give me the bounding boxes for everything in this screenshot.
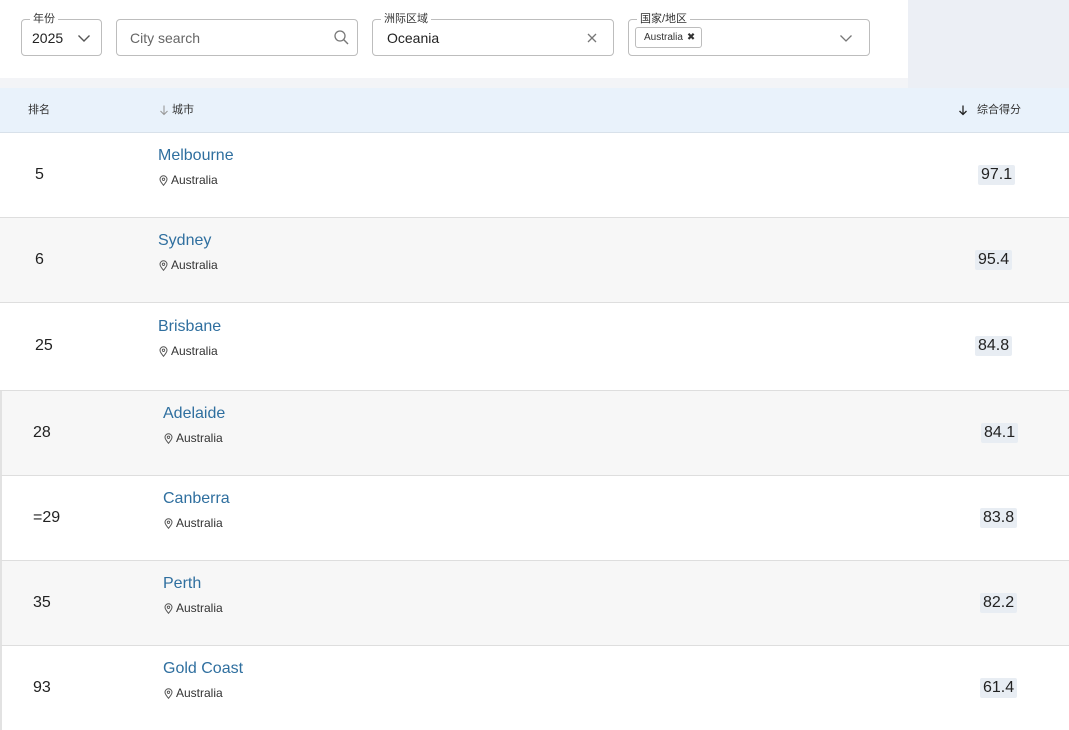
chevron-down-icon [77, 31, 91, 45]
rank-cell: 6 [35, 251, 44, 268]
score-badge: 97.1 [978, 165, 1016, 185]
table-row[interactable]: 28 Adelaide Australia 84.1 [0, 391, 1069, 476]
table-header: 排名 城市 综合得分 [0, 88, 1069, 133]
table-row[interactable]: 25 Brisbane Australia 84.8 [0, 303, 1069, 391]
city-country: Australia [158, 258, 218, 272]
location-pin-icon [163, 432, 174, 444]
chip-remove-icon[interactable]: ✖ [687, 32, 695, 43]
rankings-page: 年份 2025 City search 洲际区域 Oceania 国家/地区 A… [0, 0, 1069, 730]
arrow-down-icon [957, 104, 969, 116]
close-icon[interactable] [585, 31, 599, 45]
city-country-label: Australia [171, 258, 218, 272]
city-country: Australia [163, 516, 223, 530]
chevron-down-icon[interactable] [839, 31, 853, 45]
search-icon[interactable] [333, 29, 350, 46]
city-search-field[interactable]: City search [116, 19, 358, 56]
city-country-label: Australia [176, 431, 223, 445]
city-link[interactable]: Brisbane [158, 318, 221, 336]
region-select-legend: 洲际区域 [381, 12, 431, 26]
city-link[interactable]: Adelaide [163, 405, 225, 423]
city-country: Australia [163, 431, 223, 445]
table-row[interactable]: 5 Melbourne Australia 97.1 [0, 133, 1069, 218]
location-pin-icon [158, 259, 169, 271]
region-select[interactable]: 洲际区域 Oceania [372, 12, 614, 56]
country-chip[interactable]: Australia ✖ [635, 27, 703, 48]
country-chip-label: Australia [644, 32, 683, 43]
city-link[interactable]: Gold Coast [163, 660, 243, 678]
score-badge: 84.8 [975, 336, 1013, 356]
filter-bar-divider [0, 78, 908, 88]
city-country-label: Australia [176, 601, 223, 615]
filter-bar: 年份 2025 City search 洲际区域 Oceania 国家/地区 A… [0, 0, 908, 78]
city-link[interactable]: Melbourne [158, 147, 234, 165]
rank-cell: 93 [33, 679, 51, 696]
location-pin-icon [163, 687, 174, 699]
column-header-rank-label: 排名 [28, 104, 50, 116]
arrow-down-icon [158, 104, 170, 116]
table-row[interactable]: 35 Perth Australia 82.2 [0, 561, 1069, 646]
table-row[interactable]: 6 Sydney Australia 95.4 [0, 218, 1069, 303]
location-pin-icon [158, 345, 169, 357]
rank-cell: 25 [35, 337, 53, 354]
rankings-table-body: 5 Melbourne Australia 97.1 6 Sydney Australia 9… [0, 133, 1069, 730]
score-badge: 83.8 [980, 508, 1018, 528]
year-select-value: 2025 [32, 29, 64, 46]
city-country-label: Australia [176, 686, 223, 700]
country-select-legend: 国家/地区 [637, 12, 691, 26]
region-select-value: Oceania [387, 29, 440, 46]
city-link[interactable]: Sydney [158, 232, 211, 250]
country-select[interactable]: 国家/地区 Australia ✖ [628, 12, 870, 56]
year-select-legend: 年份 [30, 12, 58, 26]
column-header-city[interactable]: 城市 [158, 103, 194, 117]
location-pin-icon [163, 602, 174, 614]
rank-cell: 28 [33, 424, 51, 441]
city-country-label: Australia [176, 516, 223, 530]
city-country-label: Australia [171, 173, 218, 187]
column-header-city-label: 城市 [172, 104, 194, 116]
city-link[interactable]: Canberra [163, 490, 230, 508]
year-select[interactable]: 年份 2025 [21, 12, 102, 56]
score-badge: 84.1 [981, 423, 1019, 443]
rank-cell: =29 [33, 509, 61, 526]
score-badge: 82.2 [980, 593, 1018, 613]
city-country: Australia [163, 686, 223, 700]
rank-cell: 5 [35, 166, 44, 183]
score-badge: 61.4 [980, 678, 1018, 698]
city-search-input[interactable]: City search [130, 30, 200, 46]
city-country: Australia [163, 601, 223, 615]
table-row[interactable]: 93 Gold Coast Australia 61.4 [0, 646, 1069, 730]
table-row[interactable]: =29 Canberra Australia 83.8 [0, 476, 1069, 561]
city-link[interactable]: Perth [163, 575, 201, 593]
column-header-score-label: 综合得分 [977, 104, 1021, 116]
header-side-panel [908, 0, 1069, 88]
column-header-rank[interactable]: 排名 [28, 103, 50, 117]
location-pin-icon [158, 174, 169, 186]
rank-cell: 35 [33, 594, 51, 611]
column-header-score[interactable]: 综合得分 [957, 103, 1021, 117]
city-country-label: Australia [171, 344, 218, 358]
city-country: Australia [158, 173, 218, 187]
score-badge: 95.4 [975, 250, 1013, 270]
city-country: Australia [158, 344, 218, 358]
location-pin-icon [163, 517, 174, 529]
